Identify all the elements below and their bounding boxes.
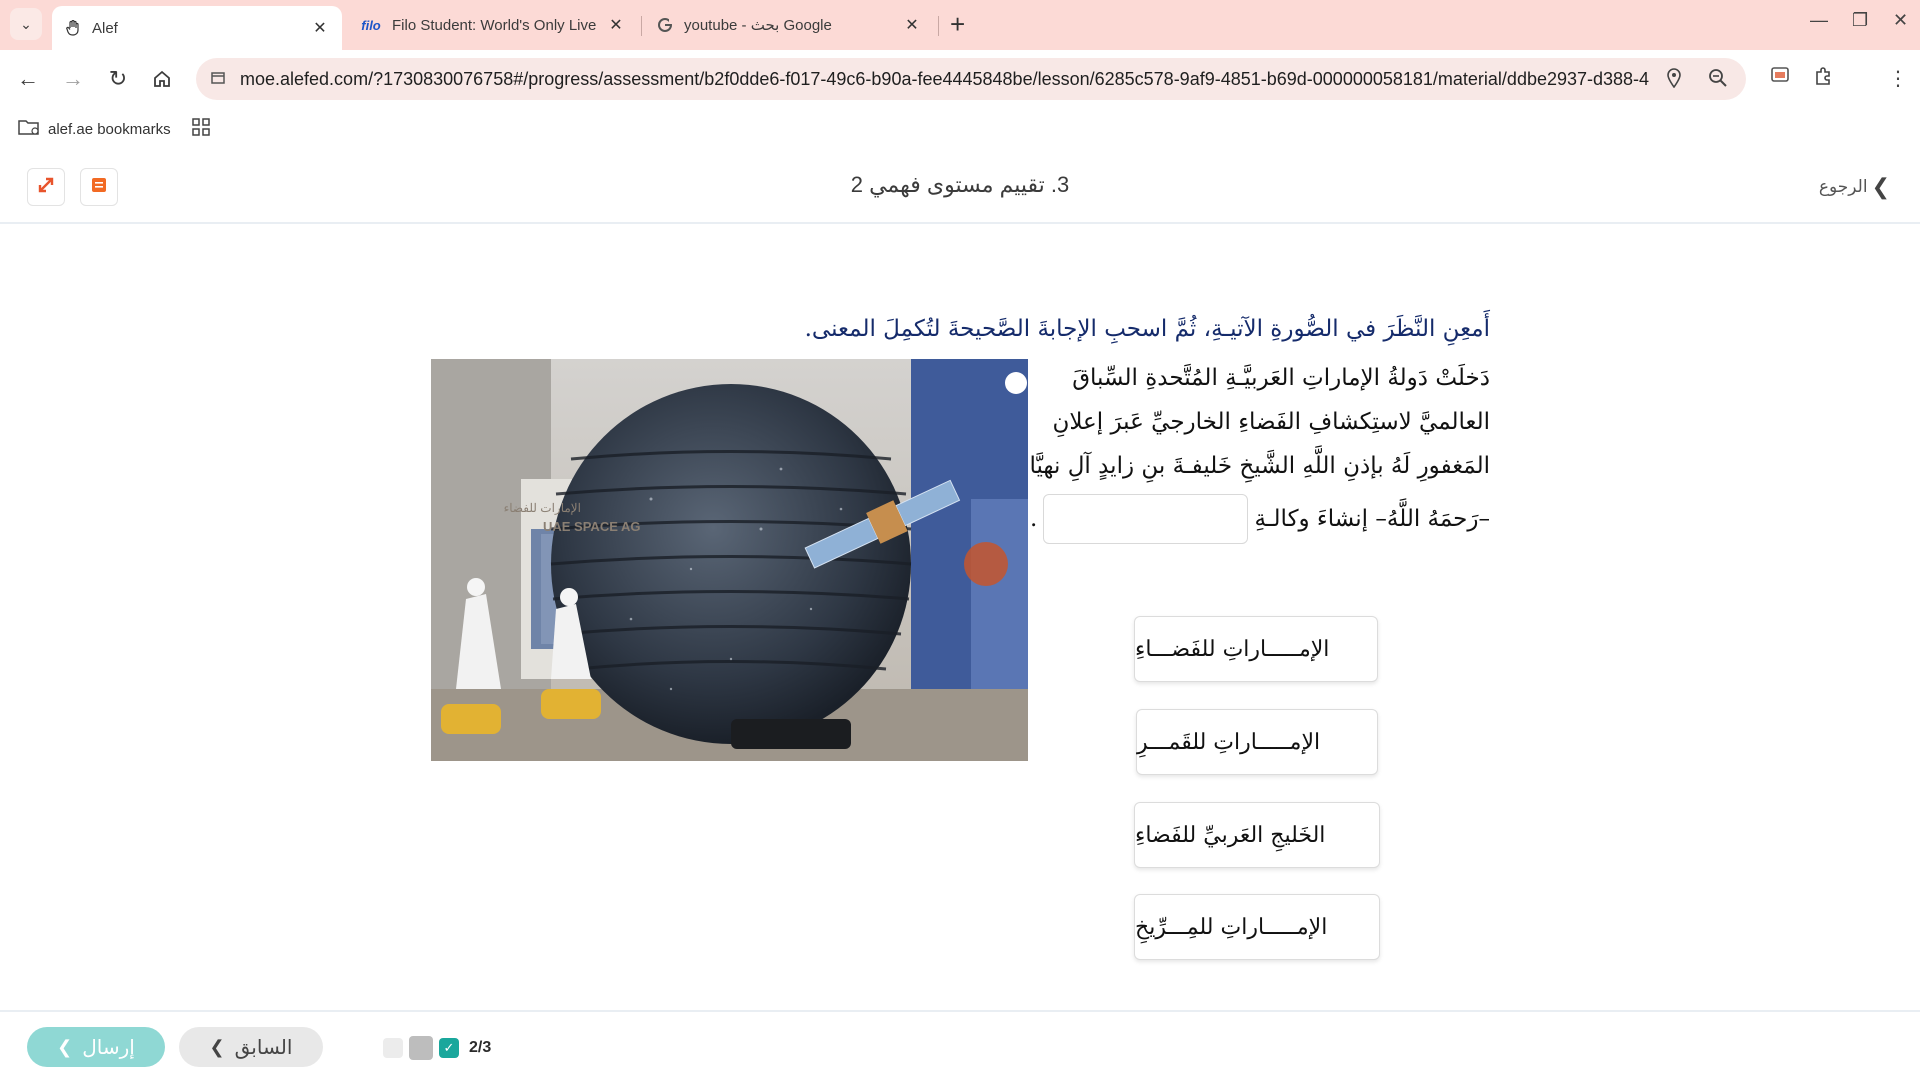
passage-line: العالميَّ لاستِكشافِ الفَضاءِ الخارجيِّ … [1052, 409, 1490, 435]
chevron-down-icon: ⌄ [20, 15, 32, 32]
sign-arabic: الإمارات للفضاء [504, 501, 581, 516]
passage-blank-line: –رَحمَهُ اللَّهُ– إنشاءَ وكالـةِ . [1030, 494, 1490, 544]
restore-icon[interactable]: ❐ [1852, 10, 1868, 31]
progress-dot-answered[interactable]: ✓ [439, 1038, 459, 1058]
back-link[interactable]: ❯ الرجوع [1819, 174, 1890, 200]
address-bar[interactable]: moe.alefed.com/?1730830076758#/progress/… [196, 58, 1746, 100]
apps-grid-icon[interactable] [192, 118, 210, 136]
url-text[interactable]: moe.alefed.com/?1730830076758#/progress/… [240, 69, 1650, 90]
tab-title: youtube - بحث Google [684, 17, 832, 34]
question-area: أَمعِنِ النَّظَرَ في الصُّورةِ الآتيـةِ،… [0, 224, 1920, 1010]
blank-line-suffix: . [1030, 506, 1038, 532]
expand-icon [37, 176, 55, 199]
progress-count: 2/3 [469, 1039, 492, 1056]
tab-filo[interactable]: filo Filo Student: World's Only Live I ✕ [348, 6, 638, 44]
chevron-left-icon: ❮ [57, 1036, 73, 1057]
back-label: الرجوع [1818, 177, 1868, 196]
hand-icon [64, 19, 82, 37]
assessment-footer: ❮ إرسال ❮ السابق ✓ 2/3 [0, 1010, 1920, 1082]
answer-drop-zone[interactable] [1043, 494, 1249, 544]
answer-choice[interactable]: الإمـــــاراتِ للفَضـــاءِ [1134, 616, 1378, 682]
tab-title: Alef [92, 19, 118, 37]
minimize-icon[interactable]: — [1810, 10, 1828, 31]
tab-google[interactable]: youtube - بحث Google ✕ [644, 6, 934, 44]
check-icon: ✓ [443, 1040, 455, 1055]
answer-choice[interactable]: الإمـــــاراتِ للمِـــرِّيخِ [1134, 894, 1380, 960]
answer-choice-label: الإمـــــاراتِ للمِـــرِّيخِ [1135, 914, 1328, 940]
close-window-icon[interactable]: ✕ [1893, 10, 1908, 31]
fullscreen-button[interactable] [27, 168, 65, 206]
tab-separator [938, 16, 939, 36]
back-arrow-icon[interactable]: ← [13, 64, 43, 94]
home-icon[interactable] [147, 64, 177, 94]
progress-dot-unanswered[interactable] [383, 1038, 403, 1058]
previous-label: السابق [234, 1036, 293, 1059]
new-tab-icon[interactable]: + [950, 10, 965, 38]
google-icon [656, 16, 674, 34]
menu-kebab-icon[interactable]: ⋮ [1888, 66, 1908, 91]
dictionary-button[interactable] [80, 168, 118, 206]
browser-toolbar: ← → ↻ moe.alefed.com/?1730830076758#/pro… [0, 50, 1920, 108]
reload-icon[interactable]: ↻ [103, 64, 133, 94]
close-tab-icon[interactable]: ✕ [902, 15, 922, 35]
cast-icon[interactable] [1770, 66, 1790, 90]
answer-choice[interactable]: الخَليجِ العَربيِّ للفَضاءِ [1134, 802, 1380, 868]
question-progress: ✓ 2/3 [383, 1036, 491, 1060]
close-tab-icon[interactable]: ✕ [606, 15, 626, 35]
submit-label: إرسال [82, 1036, 135, 1059]
filo-favicon: filo [361, 17, 381, 33]
tab-search-button[interactable]: ⌄ [10, 8, 42, 40]
page-title: 3. تقييم مستوى فهمي 2 [850, 172, 1070, 197]
location-pin-icon[interactable] [1666, 68, 1682, 93]
answer-choice[interactable]: الإمـــــاراتِ للقَمـــرِ [1136, 709, 1378, 775]
chevron-left-icon: ❮ [209, 1036, 225, 1057]
tab-separator [641, 16, 642, 36]
submit-button[interactable]: ❮ إرسال [27, 1027, 165, 1067]
progress-dot-current[interactable] [409, 1036, 433, 1060]
folder-icon [18, 118, 40, 140]
bookmark-folder-label: alef.ae bookmarks [48, 120, 171, 138]
tab-alef[interactable]: Alef ✕ [52, 6, 342, 50]
close-tab-icon[interactable]: ✕ [310, 18, 330, 38]
sign-english: UAE SPACE AG [543, 519, 641, 534]
previous-button[interactable]: ❮ السابق [179, 1027, 323, 1067]
extensions-icon[interactable] [1814, 66, 1834, 92]
book-icon [90, 176, 108, 199]
passage-line: المَغفورِ لَهُ بإذنِ اللَّهِ الشَّيخِ خَ… [1012, 453, 1490, 479]
answer-choice-label: الخَليجِ العَربيِّ للفَضاءِ [1135, 822, 1326, 848]
tab-title: Filo Student: World's Only Live I [392, 16, 600, 34]
zoom-icon[interactable] [1708, 68, 1728, 93]
browser-tabstrip: ⌄ Alef ✕ filo Filo Student: World's Only… [0, 0, 1920, 50]
answer-choice-label: الإمـــــاراتِ للفَضـــاءِ [1135, 636, 1330, 662]
question-passage: دَخلَتْ دَولةُ الإماراتِ العَربيَّـةِ ال… [1012, 356, 1490, 544]
lesson-header: 3. تقييم مستوى فهمي 2 ❯ الرجوع [0, 150, 1920, 224]
bookmarks-bar: alef.ae bookmarks [0, 108, 1920, 151]
answer-choice-label: الإمـــــاراتِ للقَمـــرِ [1137, 729, 1321, 755]
bookmark-folder[interactable]: alef.ae bookmarks [18, 118, 171, 140]
passage-line: دَخلَتْ دَولةُ الإماراتِ العَربيَّـةِ ال… [1072, 365, 1490, 391]
question-instruction: أَمعِنِ النَّظَرَ في الصُّورةِ الآتيـةِ،… [804, 316, 1490, 342]
uae-space-agency-photo: الإمارات للفضاء UAE SPACE AG [431, 359, 1028, 761]
forward-arrow-icon[interactable]: → [58, 64, 88, 94]
site-info-icon[interactable] [208, 70, 228, 89]
chevron-right-icon: ❯ [1871, 174, 1890, 199]
blank-line-prefix: –رَحمَهُ اللَّهُ– إنشاءَ وكالـةِ [1254, 506, 1490, 532]
